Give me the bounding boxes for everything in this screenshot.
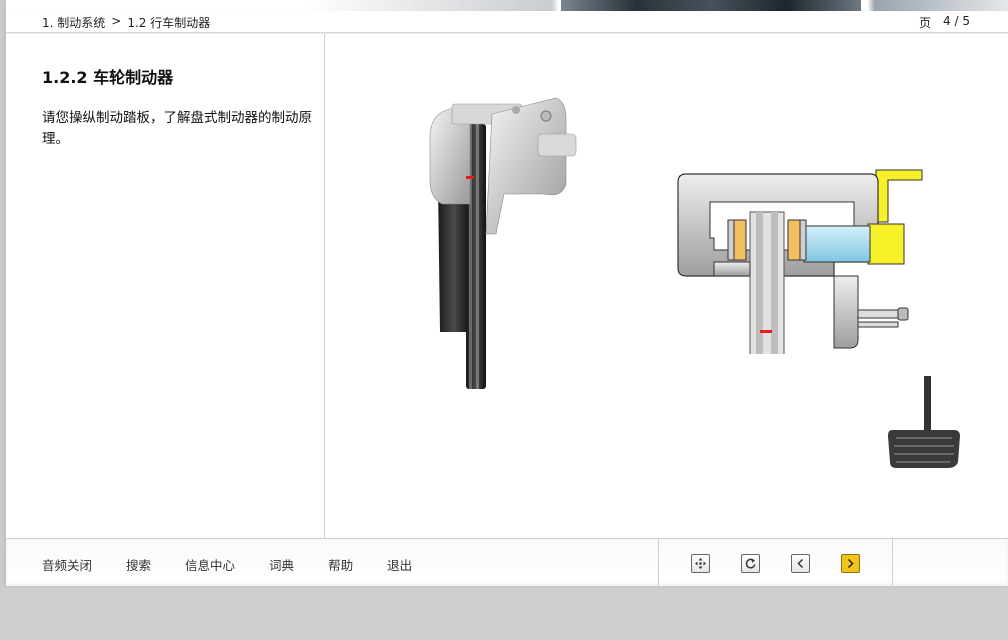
help-button[interactable]: 帮助: [328, 555, 353, 574]
page-number: 4 / 5: [943, 14, 970, 28]
header-car-image: [561, 0, 861, 11]
dictionary-button[interactable]: 词典: [269, 555, 294, 574]
info-center-button[interactable]: 信息中心: [185, 555, 235, 574]
next-icon: [847, 558, 854, 569]
footer-menu: 音频关闭 搜索 信息中心 词典 帮助 退出: [42, 555, 446, 574]
brake-schematic-diagram: [677, 169, 923, 354]
previous-page-button[interactable]: [791, 554, 810, 573]
breadcrumb-level-2[interactable]: 1.2 行车制动器: [127, 14, 210, 31]
footer-divider: [658, 539, 659, 586]
next-page-button[interactable]: [841, 554, 860, 573]
top-bar: 1. 制动系统 > 1.2 行车制动器 页 4 / 5: [6, 11, 1008, 33]
page-indicator: 页 4 / 5: [919, 14, 970, 31]
text-panel: 1.2.2 车轮制动器 请您操纵制动踏板，了解盘式制动器的制动原理。: [6, 34, 325, 538]
brake-pedal-icon[interactable]: [882, 374, 962, 474]
footer-bar: 音频关闭 搜索 信息中心 词典 帮助 退出: [6, 538, 1008, 586]
exit-button[interactable]: 退出: [387, 555, 412, 574]
page-label: 页: [919, 16, 932, 30]
section-title: 1.2.2 车轮制动器: [42, 68, 174, 87]
replay-icon: [745, 558, 756, 569]
fullscreen-icon: [695, 558, 706, 569]
breadcrumb-level-1[interactable]: 1. 制动系统: [42, 14, 105, 31]
app-window: 1. 制动系统 > 1.2 行车制动器 页 4 / 5 1.2.2 车轮制动器 …: [6, 0, 1008, 586]
breadcrumb-separator: >: [111, 14, 122, 28]
previous-icon: [797, 558, 804, 569]
animation-area: [326, 34, 1008, 538]
fullscreen-button[interactable]: [691, 554, 710, 573]
brake-disc-caliper-image: [429, 97, 577, 389]
breadcrumb: 1. 制动系统 > 1.2 行车制动器: [42, 14, 210, 31]
section-description: 请您操纵制动踏板，了解盘式制动器的制动原理。: [42, 110, 312, 147]
footer-divider: [892, 539, 893, 586]
search-button[interactable]: 搜索: [126, 555, 151, 574]
replay-button[interactable]: [741, 554, 760, 573]
audio-off-button[interactable]: 音频关闭: [42, 555, 92, 574]
